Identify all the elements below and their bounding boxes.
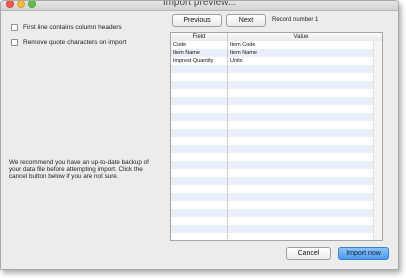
table-row[interactable]	[171, 153, 374, 161]
field-cell: Code	[173, 42, 187, 48]
table-row[interactable]	[171, 145, 374, 153]
table-row[interactable]: Imprest Quantity Units	[171, 57, 374, 65]
table-row[interactable]	[171, 225, 374, 233]
table-row[interactable]	[171, 81, 374, 89]
table-body: Code Item Code Item Name Item Name Imprest Q…	[171, 41, 374, 239]
table-row[interactable]	[171, 193, 374, 201]
table-row[interactable]: Code Item Code	[171, 41, 374, 49]
table-row[interactable]	[171, 73, 374, 81]
table-row[interactable]	[171, 89, 374, 97]
value-cell: Units	[230, 58, 243, 64]
table-row[interactable]	[171, 161, 374, 169]
previous-button[interactable]: Previous	[172, 14, 222, 27]
import-preview-window: Import preview... First line contains co…	[0, 0, 399, 270]
table-row[interactable]	[171, 105, 374, 113]
backup-advice-text: We recommend you have an up-to-date back…	[9, 159, 149, 181]
record-number-label: Record number 1	[272, 17, 319, 23]
table-scrollbar[interactable]	[373, 41, 382, 240]
table-row[interactable]	[171, 113, 374, 121]
table-row[interactable]	[171, 137, 374, 145]
remove-quotes-checkbox[interactable]	[11, 39, 18, 46]
table-row[interactable]	[171, 177, 374, 185]
preview-table[interactable]: Field Value Code Item Code Item Name Item N…	[170, 32, 383, 241]
import-now-button[interactable]: Import now	[338, 247, 389, 260]
field-cell: Imprest Quantity	[173, 58, 214, 64]
table-row[interactable]	[171, 169, 374, 177]
table-row[interactable]	[171, 233, 374, 239]
first-line-headers-label: First line contains column headers	[23, 24, 122, 31]
table-row[interactable]	[171, 129, 374, 137]
first-line-headers-option[interactable]: First line contains column headers	[11, 24, 122, 31]
next-button[interactable]: Next	[226, 14, 266, 27]
table-row[interactable]	[171, 201, 374, 209]
field-cell: Item Name	[173, 50, 200, 56]
table-row[interactable]	[171, 65, 374, 73]
remove-quotes-option[interactable]: Remove quote characters on import	[11, 39, 126, 46]
column-header-field[interactable]: Field	[171, 33, 228, 41]
table-row[interactable]	[171, 217, 374, 225]
value-cell: Item Name	[230, 50, 257, 56]
table-row[interactable]	[171, 97, 374, 105]
table-row[interactable]	[171, 121, 374, 129]
cancel-button[interactable]: Cancel	[286, 247, 331, 260]
value-cell: Item Code	[230, 42, 256, 48]
column-divider	[227, 41, 228, 239]
table-row[interactable]	[171, 209, 374, 217]
column-header-value[interactable]: Value	[228, 33, 374, 41]
window-title: Import preview...	[162, 0, 237, 8]
remove-quotes-label: Remove quote characters on import	[23, 39, 127, 46]
table-row[interactable]	[171, 185, 374, 193]
title-bar: Import preview...	[1, 1, 398, 11]
table-row[interactable]: Item Name Item Name	[171, 49, 374, 57]
first-line-headers-checkbox[interactable]	[11, 24, 18, 31]
